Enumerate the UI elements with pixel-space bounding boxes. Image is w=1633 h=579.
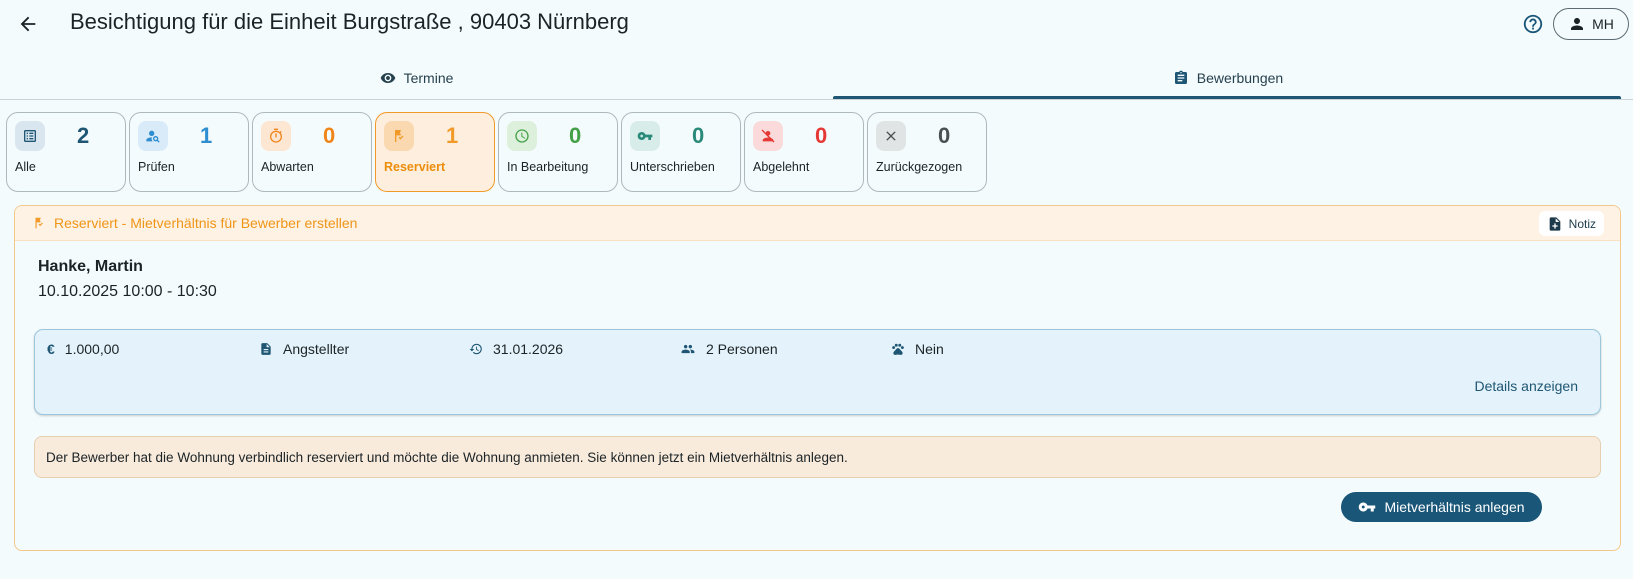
list-icon xyxy=(15,121,45,151)
timer-icon xyxy=(261,121,291,151)
user-menu-button[interactable]: MH xyxy=(1553,8,1629,40)
create-tenancy-label: Mietverhältnis anlegen xyxy=(1384,499,1525,515)
status-card-unterschrieben[interactable]: 0 Unterschrieben xyxy=(621,112,741,192)
close-icon xyxy=(876,121,906,151)
applicant-info-box: € 1.000,00 Angstellter 31.01.2026 2 Pers… xyxy=(34,329,1601,415)
back-button[interactable] xyxy=(14,10,42,38)
key-icon xyxy=(1359,502,1376,512)
status-count: 1 xyxy=(446,123,459,148)
rent-value: 1.000,00 xyxy=(64,341,120,357)
clock-icon xyxy=(507,121,537,151)
status-card-alle[interactable]: 2 Alle xyxy=(6,112,126,192)
help-circle-icon xyxy=(1523,14,1543,34)
status-count: 0 xyxy=(323,123,336,148)
status-card-abgelehnt[interactable]: 0 Abgelehnt xyxy=(744,112,864,192)
move-in-info: 31.01.2026 xyxy=(469,341,563,357)
tab-label: Termine xyxy=(403,70,454,86)
persons-info: 2 Personen xyxy=(680,341,778,357)
status-card-zurueckgezogen[interactable]: 0 Zurückgezogen xyxy=(867,112,987,192)
status-count: 0 xyxy=(569,123,582,148)
pets-info: Nein xyxy=(891,341,944,357)
user-initials: MH xyxy=(1592,16,1614,32)
clipboard-icon xyxy=(1174,70,1187,84)
status-count: 0 xyxy=(815,123,828,148)
group-icon xyxy=(681,344,695,354)
status-card-reserviert[interactable]: 1 Reserviert xyxy=(375,112,495,192)
status-label: Abwarten xyxy=(261,160,314,174)
persons-value: 2 Personen xyxy=(706,341,778,357)
bookmark-flag-icon xyxy=(384,121,414,151)
status-label: In Bearbeitung xyxy=(507,160,589,174)
tab-bar: Termine Bewerbungen xyxy=(0,56,1633,100)
status-count: 2 xyxy=(77,123,90,148)
status-label: Prüfen xyxy=(138,160,175,174)
euro-icon: € xyxy=(47,341,55,357)
restore-icon xyxy=(469,343,482,355)
pets-value: Nein xyxy=(915,341,944,357)
eye-icon xyxy=(380,73,395,83)
move-in-value: 31.01.2026 xyxy=(493,341,564,357)
person-icon xyxy=(1571,18,1584,30)
create-tenancy-button[interactable]: Mietverhältnis anlegen xyxy=(1341,492,1542,522)
add-note-button[interactable]: Notiz xyxy=(1538,211,1604,236)
panel-title: Reserviert - Mietverhältnis für Bewerber… xyxy=(54,215,358,231)
tab-label: Bewerbungen xyxy=(1196,70,1284,86)
note-button-label: Notiz xyxy=(1568,216,1596,231)
hint-box: Der Bewerber hat die Wohnung verbindlich… xyxy=(34,436,1601,478)
person-search-icon xyxy=(138,121,168,151)
status-label: Unterschrieben xyxy=(630,160,715,174)
status-label: Alle xyxy=(15,160,36,174)
key-icon xyxy=(630,121,660,151)
note-add-icon xyxy=(1549,216,1560,231)
tab-bewerbungen[interactable]: Bewerbungen xyxy=(833,56,1623,100)
document-icon xyxy=(261,343,271,355)
employment-value: Angstellter xyxy=(283,341,350,357)
page-title: Besichtigung für die Einheit Burgstraße … xyxy=(70,9,629,34)
status-card-pruefen[interactable]: 1 Prüfen xyxy=(129,112,249,192)
appointment-time: 10.10.2025 10:00 - 10:30 xyxy=(38,283,217,300)
status-label: Zurückgezogen xyxy=(876,160,963,174)
tab-termine[interactable]: Termine xyxy=(0,56,833,100)
help-button[interactable] xyxy=(1520,11,1546,37)
rent-info: € 1.000,00 xyxy=(47,341,119,357)
paw-icon xyxy=(892,343,904,355)
status-count: 1 xyxy=(200,123,213,148)
panel-header: Reserviert - Mietverhältnis für Bewerber… xyxy=(15,206,1620,241)
status-count: 0 xyxy=(692,123,705,148)
applicant-name: Hanke, Martin xyxy=(38,258,143,275)
arrow-left-icon xyxy=(20,16,36,32)
details-link[interactable]: Details anzeigen xyxy=(1474,378,1578,394)
status-card-in-bearbeitung[interactable]: 0 In Bearbeitung xyxy=(498,112,618,192)
status-label: Abgelehnt xyxy=(753,160,810,174)
active-tab-indicator xyxy=(833,96,1621,99)
person-off-icon xyxy=(753,121,783,151)
bookmark-flag-icon xyxy=(32,215,46,236)
reserved-application-panel: Reserviert - Mietverhältnis für Bewerber… xyxy=(14,205,1621,551)
status-label: Reserviert xyxy=(384,160,446,174)
status-count: 0 xyxy=(938,123,951,148)
status-card-abwarten[interactable]: 0 Abwarten xyxy=(252,112,372,192)
employment-info: Angstellter xyxy=(259,341,349,357)
hint-text: Der Bewerber hat die Wohnung verbindlich… xyxy=(46,450,848,465)
